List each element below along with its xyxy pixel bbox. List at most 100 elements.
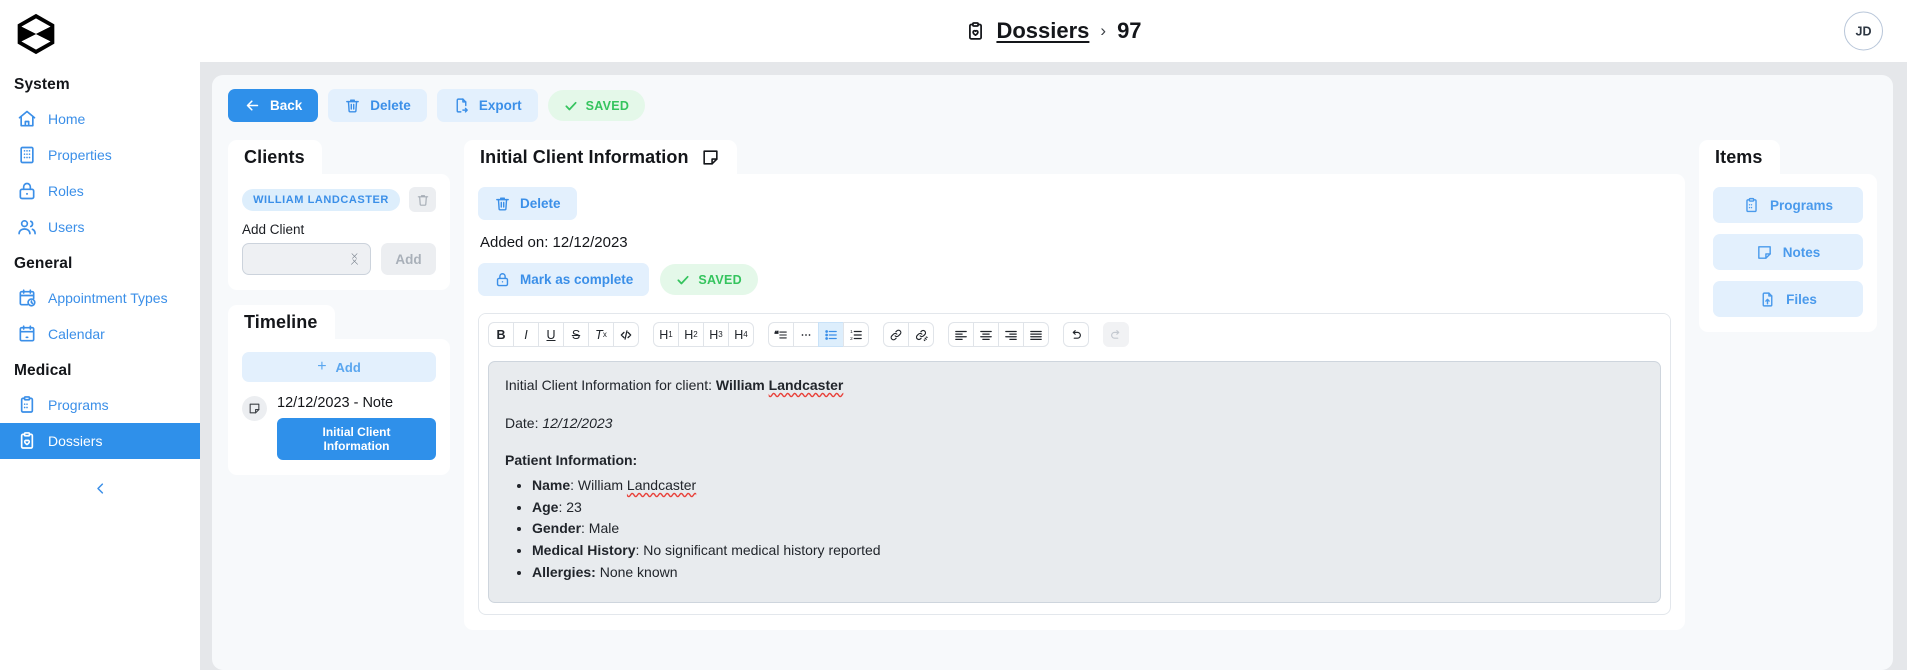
- timeline-entry-button[interactable]: Initial Client Information: [277, 418, 436, 460]
- status-badge-saved: SAVED: [547, 90, 646, 121]
- horizontal-rule-button[interactable]: [793, 322, 819, 347]
- sidebar-item-calendar[interactable]: Calendar: [0, 316, 200, 352]
- align-justify-icon: [1030, 330, 1042, 340]
- remove-client-button[interactable]: [409, 187, 436, 212]
- breadcrumb-link-dossiers[interactable]: Dossiers: [996, 18, 1089, 44]
- link-icon: [890, 329, 902, 340]
- align-center-icon: [980, 330, 992, 340]
- back-button[interactable]: Back: [228, 89, 319, 122]
- sidebar-item-label: Calendar: [48, 326, 105, 342]
- timeline-add-button[interactable]: + Add: [242, 352, 436, 382]
- mark-as-complete-button[interactable]: Mark as complete: [478, 263, 650, 296]
- note-delete-button[interactable]: Delete: [478, 187, 577, 220]
- note-panel-title: Initial Client Information: [480, 147, 689, 167]
- link-button[interactable]: [883, 322, 909, 347]
- note-panel: Initial Client Information Delete Added …: [464, 140, 1685, 630]
- users-icon: [17, 217, 37, 237]
- content-panel: Back Delete Export SAVED Clients WILLIAM…: [212, 75, 1893, 670]
- delete-button[interactable]: Delete: [328, 89, 427, 122]
- status-badge-label: SAVED: [585, 98, 630, 113]
- clipboard-list-icon: [17, 395, 37, 415]
- undo-icon: [1072, 329, 1081, 339]
- align-center-button[interactable]: [973, 322, 999, 347]
- building-icon: [17, 145, 37, 165]
- bold-button[interactable]: B: [488, 322, 514, 347]
- quote-icon: [774, 330, 787, 338]
- timeline-panel: Timeline + Add 12/12/2023 - Note Initial…: [228, 305, 450, 475]
- editor-group-align: [948, 322, 1049, 347]
- clear-format-button[interactable]: Tx: [588, 322, 614, 347]
- blockquote-button[interactable]: [768, 322, 794, 347]
- sidebar-item-users[interactable]: Users: [0, 209, 200, 245]
- list-item: Age: 23: [532, 497, 1644, 519]
- sidebar-item-home[interactable]: Home: [0, 101, 200, 137]
- italic-button[interactable]: I: [513, 322, 539, 347]
- align-right-icon: [1005, 330, 1017, 340]
- heading-3-button[interactable]: H3: [703, 322, 729, 347]
- heading-1-button[interactable]: H1: [653, 322, 679, 347]
- sidebar-group-title-general: General: [14, 255, 73, 272]
- note-panel-tab[interactable]: Initial Client Information: [464, 140, 737, 174]
- items-files-button[interactable]: Files: [1713, 281, 1863, 317]
- timeline-panel-tab[interactable]: Timeline: [228, 305, 335, 339]
- bullet-list-button[interactable]: [818, 322, 844, 347]
- avatar[interactable]: JD: [1844, 11, 1883, 51]
- calendar-icon: [17, 324, 37, 344]
- editor-bullet-list: Name: William Landcaster Age: 23 Gender:…: [532, 475, 1644, 583]
- items-panel-body: Programs Notes Files: [1699, 174, 1877, 332]
- editor-group-links: [883, 322, 934, 347]
- home-icon: [17, 109, 37, 129]
- code-icon: [620, 329, 632, 340]
- app-logo[interactable]: [0, 8, 200, 66]
- lock-icon: [496, 273, 509, 287]
- undo-button[interactable]: [1063, 322, 1089, 347]
- add-client-button[interactable]: Add: [381, 243, 436, 275]
- align-justify-button[interactable]: [1023, 322, 1049, 347]
- items-notes-button[interactable]: Notes: [1713, 234, 1863, 270]
- note-icon: [242, 396, 267, 421]
- sidebar-item-roles[interactable]: Roles: [0, 173, 200, 209]
- list-item: Gender: Male: [532, 518, 1644, 540]
- align-left-button[interactable]: [948, 322, 974, 347]
- chevron-left-icon: [96, 482, 103, 494]
- sidebar-item-programs[interactable]: Programs: [0, 387, 200, 423]
- items-panel-tab[interactable]: Items: [1699, 140, 1780, 174]
- client-chip[interactable]: WILLIAM LANDCASTER: [242, 188, 400, 211]
- export-button[interactable]: Export: [436, 89, 538, 122]
- items-button-label: Programs: [1769, 197, 1834, 213]
- timeline-entry-date: 12/12/2023 - Note: [277, 395, 394, 411]
- check-icon: [677, 275, 689, 284]
- check-icon: [565, 101, 577, 110]
- dots-icon: [801, 333, 811, 336]
- sidebar-item-dossiers[interactable]: Dossiers: [0, 423, 200, 459]
- sidebar-item-properties[interactable]: Properties: [0, 137, 200, 173]
- editor-date-value: 12/12/2023: [542, 414, 613, 431]
- content-area: Back Delete Export SAVED Clients WILLIAM…: [200, 62, 1907, 670]
- sidebar-nav: System Home Properties Roles Users Gener…: [0, 66, 200, 501]
- items-programs-button[interactable]: Programs: [1713, 187, 1863, 223]
- sidebar-collapse-button[interactable]: [0, 475, 200, 501]
- timeline-panel-title: Timeline: [244, 312, 318, 332]
- align-right-button[interactable]: [998, 322, 1024, 347]
- strikethrough-button[interactable]: S: [563, 322, 589, 347]
- note-status-label: SAVED: [698, 272, 742, 287]
- client-row: WILLIAM LANDCASTER: [242, 187, 436, 212]
- editor-content[interactable]: Initial Client Information for client: W…: [488, 361, 1661, 603]
- add-client-label: Add Client: [242, 222, 305, 237]
- heading-4-button[interactable]: H4: [728, 322, 754, 347]
- underline-button[interactable]: U: [538, 322, 564, 347]
- unlink-button[interactable]: [908, 322, 934, 347]
- redo-icon: [1111, 329, 1120, 339]
- client-select[interactable]: [242, 243, 371, 275]
- redo-button[interactable]: [1103, 322, 1129, 347]
- top-header: Dossiers › 97 JD: [200, 0, 1907, 62]
- editor-line-intro: Initial Client Information for client: W…: [505, 377, 844, 393]
- heading-2-button[interactable]: H2: [678, 322, 704, 347]
- clients-panel-tab[interactable]: Clients: [228, 140, 322, 174]
- sidebar-item-appointment-types[interactable]: Appointment Types: [0, 280, 200, 316]
- editor-date-label: Date:: [505, 414, 543, 431]
- timeline-add-label: Add: [335, 359, 361, 375]
- ordered-list-button[interactable]: 12: [843, 322, 869, 347]
- trash-icon: [346, 99, 360, 113]
- code-button[interactable]: [613, 322, 639, 347]
